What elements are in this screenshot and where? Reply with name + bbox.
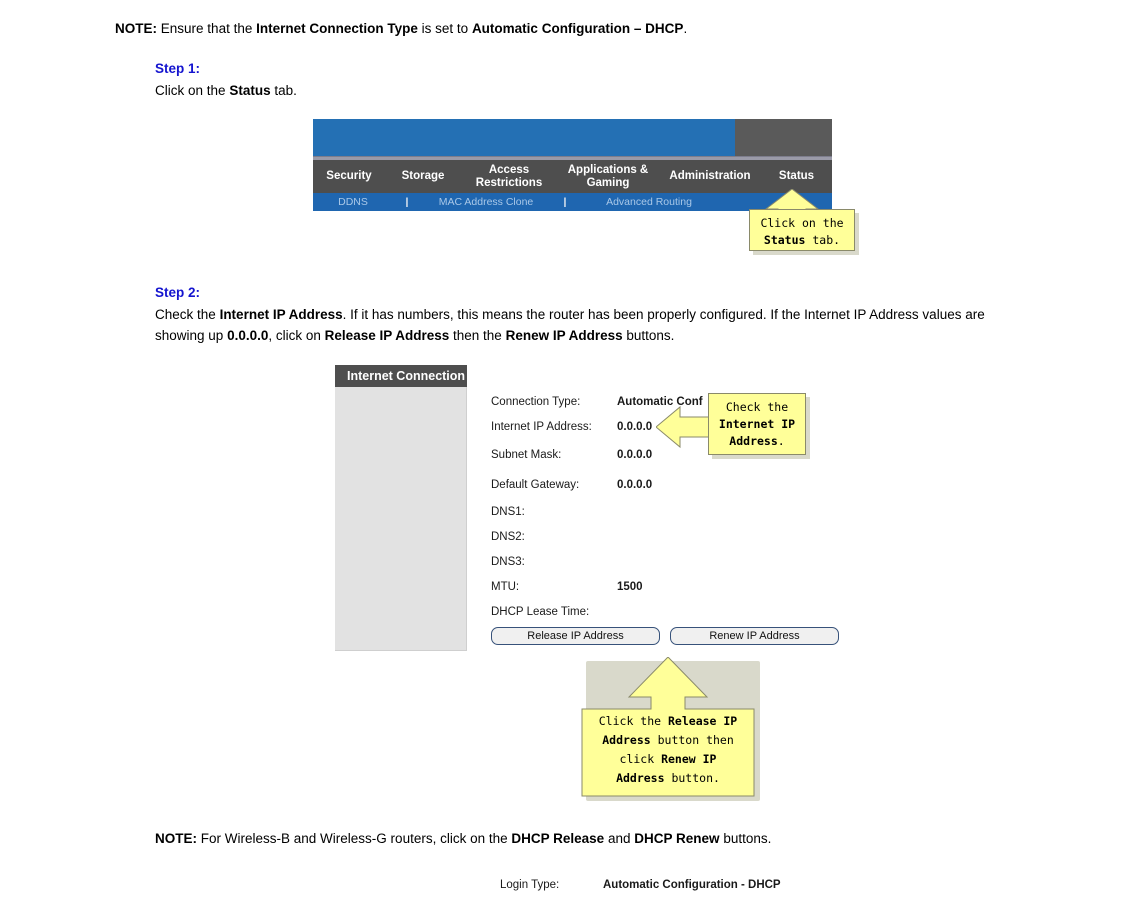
release-ip-address-button[interactable]: Release IP Address: [491, 627, 660, 645]
step1-text-pre: Click on the: [155, 83, 226, 98]
buttons-callout-l1-a: Click the: [598, 714, 668, 728]
step1-text-bold: Status: [229, 83, 271, 98]
field-dns1-label: DNS1:: [491, 506, 525, 518]
field-dns2-label: DNS2:: [491, 531, 525, 543]
bottom-note-part2: and: [607, 831, 631, 846]
top-note-part1: Ensure that the: [160, 21, 253, 36]
tab-access-restrictions[interactable]: Access Restrictions: [461, 164, 557, 190]
buttons-callout-line4: Address button.: [588, 769, 748, 788]
bottom-note-prefix: NOTE: [155, 831, 193, 846]
field-default-gateway-label: Default Gateway:: [491, 479, 580, 491]
step2-line1-a: Check the: [155, 307, 216, 322]
panel-title: Internet Connection: [335, 365, 467, 387]
field-subnet-mask-label: Subnet Mask:: [491, 449, 562, 461]
router-brand-bar: [313, 119, 735, 156]
top-note: NOTE: Ensure that the Internet Connectio…: [115, 20, 687, 38]
buttons-callout-text: Click the Release IP Address button then…: [588, 712, 748, 788]
ip-callout-line3: Address.: [715, 433, 799, 450]
buttons-callout-l4-bold: Address: [616, 771, 665, 785]
status-callout-line1: Click on the: [760, 216, 844, 230]
step2-line2-c: then the: [453, 328, 502, 343]
bottom-note-colon: :: [192, 831, 198, 846]
bottom-note-bold1: DHCP Release: [511, 831, 605, 846]
step2-line1-b: . If it has numbers, this means the rout…: [342, 307, 985, 322]
field-default-gateway-value: 0.0.0.0: [617, 479, 653, 491]
tab-applications-gaming[interactable]: Applications & Gaming: [557, 164, 659, 190]
buttons-callout-l2-bold: Address: [602, 733, 651, 747]
tab-status[interactable]: Status: [761, 170, 832, 183]
ip-callout-line2: Internet IP: [718, 417, 796, 431]
buttons-callout-l2-a: button then: [650, 733, 734, 747]
status-callout-box: Click on the Status tab.: [749, 209, 855, 251]
internet-connection-panel: Internet Connection: [335, 365, 467, 651]
tab-access-line1: Access: [488, 163, 530, 176]
step1-text-post: tab.: [274, 83, 297, 98]
router-tab-strip: Security Storage Access Restrictions App…: [313, 160, 832, 193]
ip-callout-line1: Check the: [725, 400, 789, 414]
subnav-separator-1: |: [405, 196, 409, 208]
tab-storage[interactable]: Storage: [385, 170, 461, 183]
field-dhcp-lease-time-label: DHCP Lease Time:: [491, 606, 590, 618]
tab-apps-line2: Gaming: [586, 176, 630, 189]
field-mtu-label: MTU:: [491, 581, 520, 593]
panel-body: [335, 387, 467, 651]
footer-login-type-value: Automatic Configuration - DHCP: [603, 879, 781, 891]
buttons-callout-l1-bold: Release IP: [668, 714, 738, 728]
subnav-separator-2: |: [563, 196, 567, 208]
tab-access-line2: Restrictions: [475, 176, 543, 189]
top-note-bold2: Automatic Configuration – DHCP: [471, 21, 684, 36]
buttons-callout-line3: click Renew IP: [588, 750, 748, 769]
buttons-callout-line2: Address button then: [588, 731, 748, 750]
top-note-bold1: Internet Connection Type: [256, 21, 418, 36]
step2-line2-d: buttons.: [626, 328, 675, 343]
top-note-colon: :: [152, 21, 158, 36]
field-mtu-value: 1500: [617, 581, 643, 593]
step2-line1: Check the Internet IP Address. If it has…: [155, 304, 985, 325]
buttons-callout-l3-bold: Renew IP: [661, 752, 717, 766]
step1-text: Click on the Status tab.: [155, 80, 297, 101]
field-subnet-mask-value: 0.0.0.0: [617, 449, 653, 461]
status-callout-line2: Status tab.: [756, 232, 848, 249]
buttons-callout-l3-a: click: [619, 752, 662, 766]
subnav-item-mac-address-clone[interactable]: MAC Address Clone: [421, 196, 551, 208]
status-callout-line2-rest: tab.: [805, 233, 841, 247]
status-callout-line2-bold: Status: [763, 233, 806, 247]
ip-callout-box: Check the Internet IP Address.: [708, 393, 806, 455]
subnav-item-advanced-routing[interactable]: Advanced Routing: [579, 196, 719, 208]
step2-line2-bold2: Release IP Address: [324, 328, 450, 343]
top-note-part2: is set to: [421, 21, 469, 36]
tab-administration[interactable]: Administration: [659, 170, 761, 183]
field-internet-ip-address-value: 0.0.0.0: [617, 421, 653, 433]
top-note-end: .: [683, 21, 688, 36]
tab-apps-line1: Applications &: [567, 163, 649, 176]
step2-line2-bold1: 0.0.0.0: [227, 328, 269, 343]
buttons-callout-line1: Click the Release IP: [588, 712, 748, 731]
step2-line2-bold3: Renew IP Address: [505, 328, 623, 343]
bottom-note-bold2: DHCP Renew: [634, 831, 720, 846]
bottom-note: NOTE: For Wireless-B and Wireless-G rout…: [155, 830, 771, 848]
bottom-note-part3: buttons.: [723, 831, 772, 846]
subnav-item-ddns[interactable]: DDNS: [313, 196, 393, 208]
tab-security[interactable]: Security: [313, 170, 385, 183]
footer-login-type-label: Login Type:: [500, 879, 560, 891]
renew-ip-address-button[interactable]: Renew IP Address: [670, 627, 839, 645]
field-connection-type-label: Connection Type:: [491, 396, 581, 408]
router-nav-screenshot: Security Storage Access Restrictions App…: [313, 119, 832, 211]
step2-line2-b: , click on: [268, 328, 321, 343]
field-dns3-label: DNS3:: [491, 556, 525, 568]
step2-label: Step 2:: [155, 285, 201, 300]
step2-line2-a: showing up: [155, 328, 224, 343]
field-internet-ip-address-label: Internet IP Address:: [491, 421, 592, 433]
router-top-bar: [313, 119, 832, 156]
buttons-callout-l4-a: button.: [664, 771, 720, 785]
top-note-prefix: NOTE: [115, 21, 153, 36]
step2-line1-bold1: Internet IP Address: [219, 307, 343, 322]
step1-label: Step 1:: [155, 61, 201, 76]
ip-callout-line3-rest: .: [777, 434, 785, 448]
bottom-note-part1: For Wireless-B and Wireless-G routers, c…: [200, 831, 508, 846]
step2-line2: showing up 0.0.0.0, click on Release IP …: [155, 325, 674, 346]
ip-callout-line3-bold: Address: [729, 434, 778, 448]
